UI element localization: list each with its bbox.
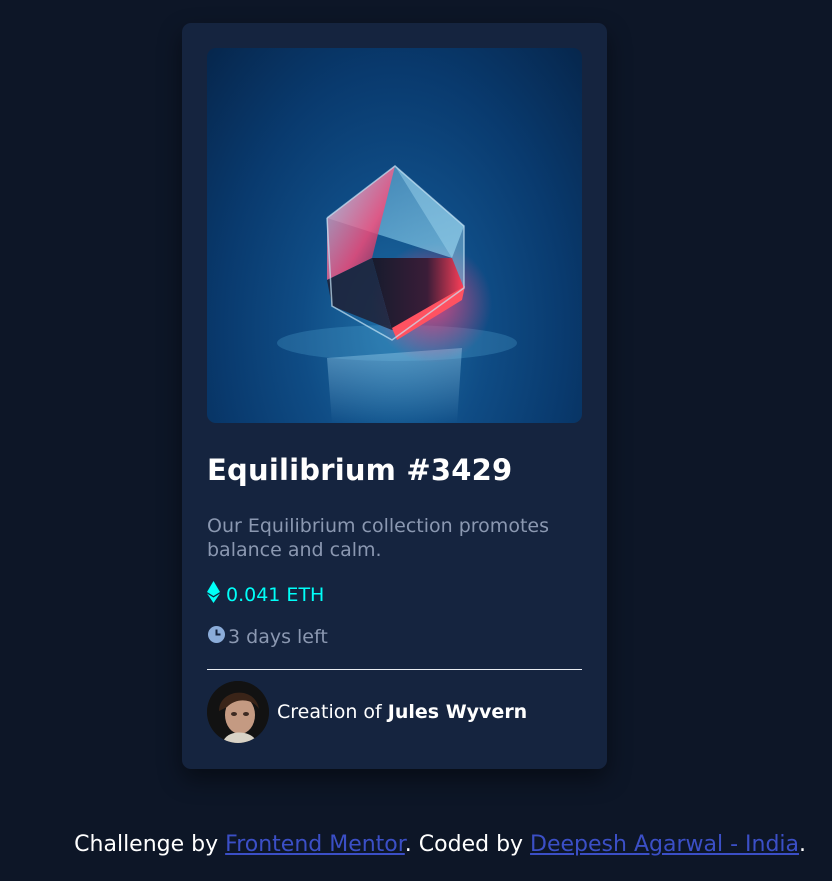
price-row: 0.041 ETH	[207, 581, 324, 608]
creator-credit: Creation of Jules Wyvern	[277, 701, 527, 723]
attribution-footer: Challenge by Frontend Mentor. Coded by D…	[0, 832, 832, 857]
time-left-row: 3 days left	[207, 625, 328, 649]
clock-icon	[207, 625, 226, 649]
nft-preview-card: Equilibrium #3429 Our Equilibrium collec…	[182, 23, 607, 769]
nft-title[interactable]: Equilibrium #3429	[207, 453, 512, 487]
challenge-prefix: Challenge by	[74, 832, 226, 857]
crystal-cube-illustration	[277, 165, 517, 423]
creator-avatar	[207, 681, 269, 743]
footer-suffix: .	[799, 832, 806, 857]
price-value: 0.041 ETH	[226, 583, 325, 606]
time-left-value: 3 days left	[228, 626, 328, 648]
creator-row: Creation of Jules Wyvern	[207, 681, 527, 743]
creator-prefix: Creation of	[277, 701, 388, 723]
author-link[interactable]: Deepesh Agarwal - India	[530, 832, 799, 857]
nft-description: Our Equilibrium collection promotes bala…	[207, 515, 549, 561]
ethereum-icon	[207, 581, 220, 608]
frontend-mentor-link[interactable]: Frontend Mentor	[225, 832, 405, 857]
equilibrium-image[interactable]	[207, 48, 582, 423]
card-divider	[207, 669, 582, 670]
coded-prefix: . Coded by	[404, 832, 531, 857]
creator-name[interactable]: Jules Wyvern	[388, 701, 527, 723]
